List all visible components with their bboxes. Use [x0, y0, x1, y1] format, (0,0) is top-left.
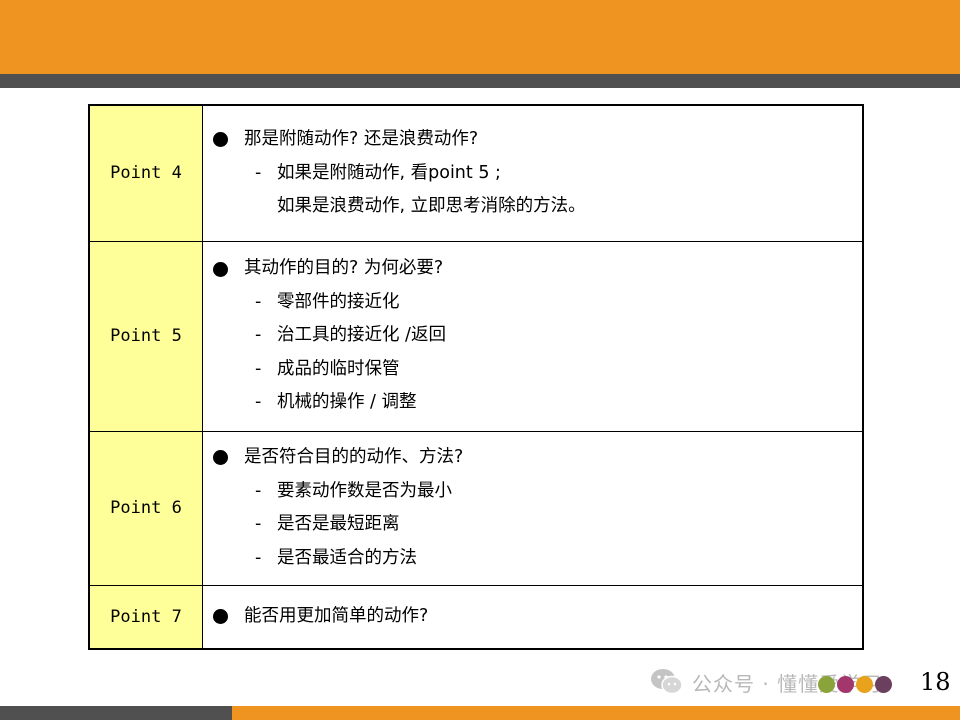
points-table: Point 4 那是附随动作? 还是浪费动作? - 如果是附随动作, 看point… — [88, 104, 864, 650]
sub-item-text: 是否最适合的方法 — [277, 547, 417, 568]
bullet-line: 能否用更加简单的动作? — [213, 600, 854, 634]
sub-item: - 是否是最短距离 — [213, 508, 854, 542]
point-label: Point 7 — [88, 584, 203, 650]
bullet-icon — [213, 261, 228, 277]
header-orange-bar — [0, 0, 960, 74]
decorative-dots — [818, 676, 894, 693]
point-content: 那是附随动作? 还是浪费动作? - 如果是附随动作, 看point 5 ; 如果是… — [202, 104, 864, 242]
wechat-icon — [651, 669, 683, 695]
point-label: Point 5 — [88, 240, 203, 432]
dot-green — [818, 676, 835, 693]
table-row: Point 6 是否符合目的的动作、方法? - 要素动作数是否为最小 - 是否是最短… — [88, 430, 864, 586]
bullet-line: 是否符合目的的动作、方法? — [213, 441, 854, 475]
bullet-icon — [213, 450, 228, 466]
bullet-text: 能否用更加简单的动作? — [244, 606, 429, 626]
sub-item-text: 治工具的接近化 /返回 — [277, 325, 446, 346]
sub-item-text: 成品的临时保管 — [277, 358, 400, 379]
point-label: Point 6 — [88, 430, 203, 586]
footer-orange-bar — [232, 706, 960, 720]
bullet-text: 是否符合目的的动作、方法? — [244, 447, 464, 467]
sub-item: - 是否最适合的方法 — [213, 542, 854, 576]
sub-item: - 机械的操作 / 调整 — [213, 386, 854, 420]
dash-marker: - — [255, 325, 262, 346]
dash-marker: - — [255, 480, 262, 501]
bullet-text: 那是附随动作? 还是浪费动作? — [244, 129, 479, 149]
sub-item: - 如果是附随动作, 看point 5 ; — [213, 157, 854, 191]
bullet-text: 其动作的目的? 为何必要? — [244, 258, 444, 279]
sub-item-text: 如果是附随动作, 看point 5 ; — [277, 162, 501, 183]
bullet-line: 其动作的目的? 为何必要? — [213, 252, 854, 286]
page-number: 18 — [920, 668, 951, 696]
dot-amber — [856, 676, 873, 693]
sub-item-text: 机械的操作 / 调整 — [277, 392, 417, 413]
dot-plum — [875, 676, 892, 693]
point-content: 其动作的目的? 为何必要? - 零部件的接近化 - 治工具的接近化 /返回 - 成品的… — [202, 240, 864, 432]
dash-marker: - — [255, 291, 262, 312]
bullet-icon — [213, 132, 228, 148]
point-content: 是否符合目的的动作、方法? - 要素动作数是否为最小 - 是否是最短距离 - 是否最适… — [202, 430, 864, 586]
bullet-icon — [213, 609, 228, 625]
continuation-line: 如果是浪费动作, 立即思考消除的方法。 — [277, 196, 586, 216]
point-content: 能否用更加简单的动作? — [202, 584, 864, 650]
dot-magenta — [837, 676, 854, 693]
sub-item-text: 零部件的接近化 — [277, 291, 400, 312]
footer-gray-bar — [0, 706, 232, 720]
table-row: Point 5 其动作的目的? 为何必要? - 零部件的接近化 - 治工具的接近化 … — [88, 240, 864, 432]
sub-item: - 零部件的接近化 — [213, 286, 854, 320]
sub-item: - 治工具的接近化 /返回 — [213, 319, 854, 353]
sub-item-text: 是否是最短距离 — [277, 514, 400, 534]
dash-marker: - — [255, 358, 262, 379]
bullet-line: 那是附随动作? 还是浪费动作? — [213, 123, 854, 157]
point-label: Point 4 — [88, 104, 203, 242]
sub-item-text: 要素动作数是否为最小 — [277, 480, 452, 501]
header-gray-strip — [0, 74, 960, 88]
table-row: Point 4 那是附随动作? 还是浪费动作? - 如果是附随动作, 看point… — [88, 104, 864, 242]
table-row: Point 7 能否用更加简单的动作? — [88, 584, 864, 650]
dash-marker: - — [255, 514, 262, 534]
sub-item: - 成品的临时保管 — [213, 353, 854, 387]
sub-item: - 要素动作数是否为最小 — [213, 475, 854, 509]
dash-marker: - — [255, 547, 262, 568]
dash-marker: - — [255, 162, 262, 183]
dash-marker: - — [255, 392, 262, 413]
